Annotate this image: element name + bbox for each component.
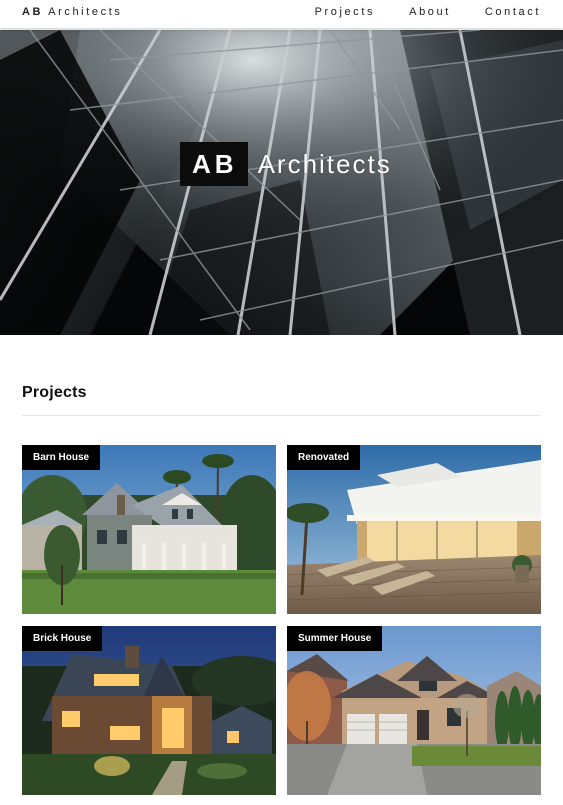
nav-link-about[interactable]: About bbox=[409, 6, 451, 18]
renovated-photo bbox=[287, 445, 541, 614]
brand-bold: AB bbox=[22, 6, 44, 18]
top-navbar: AB Architects Projects About Contact bbox=[0, 0, 563, 28]
project-card-brick-house[interactable]: Brick House bbox=[22, 626, 276, 795]
nav-link-projects[interactable]: Projects bbox=[315, 6, 376, 18]
nav-link-contact[interactable]: Contact bbox=[485, 6, 541, 18]
nav-links: Projects About Contact bbox=[281, 6, 541, 18]
hero-banner: AB Architects bbox=[0, 30, 563, 335]
project-label: Renovated bbox=[287, 445, 361, 470]
project-label: Summer House bbox=[287, 626, 383, 651]
brand-rest: Architects bbox=[48, 6, 123, 18]
projects-heading: Projects bbox=[22, 384, 87, 401]
section-divider bbox=[22, 415, 541, 416]
project-card-summer-house[interactable]: Summer House bbox=[287, 626, 541, 795]
brick-house-photo bbox=[22, 626, 276, 795]
project-card-renovated[interactable]: Renovated bbox=[287, 445, 541, 614]
hero-title-rest: Architects bbox=[257, 148, 392, 179]
brand-logo[interactable]: AB Architects bbox=[22, 6, 122, 18]
project-label: Brick House bbox=[22, 626, 103, 651]
hero-title: AB Architects bbox=[180, 142, 392, 186]
project-label: Barn House bbox=[22, 445, 101, 470]
barn-house-photo bbox=[22, 445, 276, 614]
project-card-barn-house[interactable]: Barn House bbox=[22, 445, 276, 614]
hero-title-bold: AB bbox=[180, 142, 248, 186]
summer-house-photo bbox=[287, 626, 541, 795]
